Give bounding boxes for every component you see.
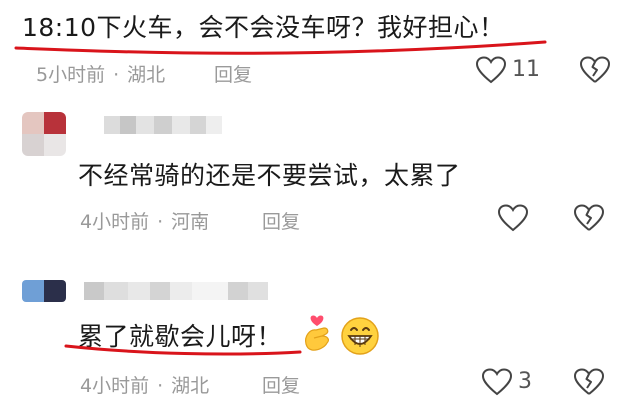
comment-2: 不经常骑的还是不要尝试，太累了 4小时前 · 河南 回复 [0,100,640,240]
finger-heart-emoji [300,314,336,354]
comment-location: 湖北 [171,375,210,397]
comment-2-text: 不经常骑的还是不要尝试，太累了 [78,161,461,190]
comment-2-meta: 4小时前 · 河南 [80,207,209,234]
like-heart-icon[interactable] [482,368,512,396]
dislike-broken-heart-icon[interactable] [574,204,604,232]
comment-3-meta: 4小时前 · 湖北 [80,371,209,398]
like-count: 3 [518,369,532,394]
meta-separator: · [157,211,164,233]
like-count: 11 [512,57,540,82]
avatar[interactable] [22,112,66,156]
meta-separator: · [113,64,120,86]
reply-button[interactable]: 回复 [262,371,300,398]
comment-location: 河南 [171,211,210,233]
meta-separator: · [157,375,164,397]
comment-3: 累了就歇会儿呀！ 4小时前 · 湖北 回复 3 [0,270,640,406]
dislike-broken-heart-icon[interactable] [580,56,610,84]
like-heart-icon[interactable] [476,56,506,84]
comment-time: 4小时前 [80,211,150,233]
username-blurred[interactable] [104,116,244,134]
avatar[interactable] [22,280,66,302]
comment-location: 湖北 [127,64,166,86]
reply-button[interactable]: 回复 [262,207,300,234]
grinning-face-emoji [340,316,380,356]
comment-1-meta: 5小时前 · 湖北 [36,60,165,87]
comment-time: 5小时前 [36,64,106,86]
comment-1: 18:10下火车，会不会没车呀？我好担心！ 5小时前 · 湖北 回复 11 [0,0,640,90]
username-blurred[interactable] [84,282,274,300]
reply-button[interactable]: 回复 [214,60,252,87]
comment-time: 4小时前 [80,375,150,397]
like-heart-icon[interactable] [498,204,528,232]
dislike-broken-heart-icon[interactable] [574,368,604,396]
